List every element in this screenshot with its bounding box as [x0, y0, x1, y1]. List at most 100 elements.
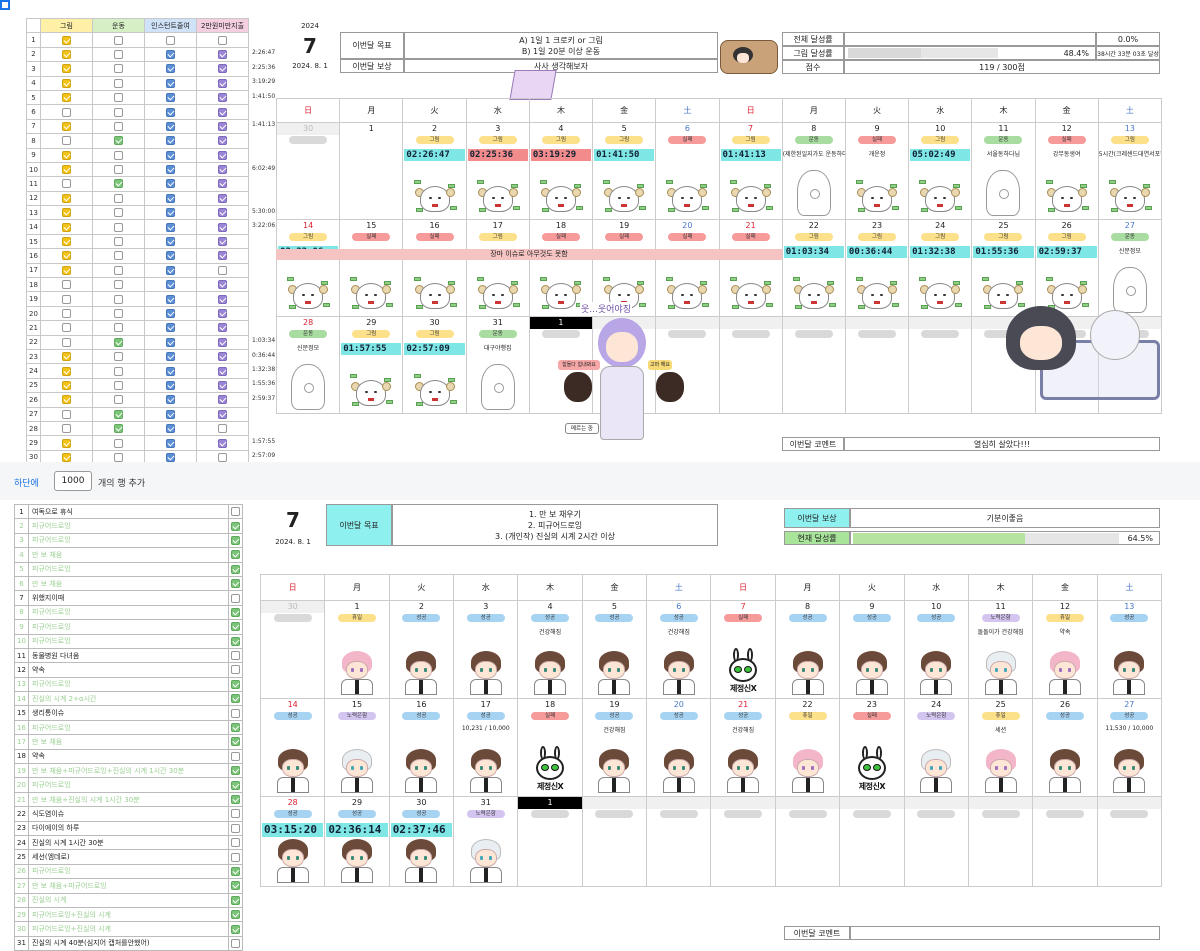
habit-checkbox[interactable] [114, 323, 123, 333]
habit-checkbox[interactable] [218, 64, 227, 74]
habit-checkbox[interactable] [218, 35, 227, 45]
bottom-comment-text[interactable] [850, 926, 1160, 940]
cell-cursor[interactable] [0, 0, 10, 10]
day-cell[interactable] [845, 317, 910, 414]
habit-checkbox[interactable] [62, 438, 71, 448]
day-cell[interactable]: 19 성공 건강해짐 [582, 699, 648, 797]
habit-checkbox[interactable] [166, 35, 175, 45]
habit-checkbox[interactable] [166, 193, 175, 203]
list-row-checkbox[interactable] [231, 866, 240, 876]
habit-checkbox[interactable] [218, 424, 227, 434]
day-cell[interactable]: 18 실패 제정신X [518, 699, 583, 797]
habit-checkbox[interactable] [62, 150, 71, 160]
habit-checkbox[interactable] [166, 323, 175, 333]
day-cell[interactable] [1097, 797, 1162, 887]
habit-checkbox[interactable] [62, 193, 71, 203]
habit-checkbox[interactable] [62, 280, 71, 290]
habit-checkbox[interactable] [166, 93, 175, 103]
list-row-checkbox[interactable] [231, 723, 240, 733]
habit-checkbox[interactable] [166, 409, 175, 419]
day-cell[interactable]: 7 실패 제정신X [711, 601, 776, 699]
habit-checkbox[interactable] [218, 265, 227, 275]
day-cell[interactable]: 10 그림 05:02:49 [909, 123, 973, 220]
day-cell[interactable]: 31 노력은함 [454, 797, 519, 887]
habit-checkbox[interactable] [166, 294, 175, 304]
day-cell[interactable]: 29 그림 01:57:55 [340, 317, 404, 414]
habit-checkbox[interactable] [166, 222, 175, 232]
habit-checkbox[interactable] [114, 366, 123, 376]
habit-checkbox[interactable] [62, 352, 71, 362]
habit-checkbox[interactable] [62, 409, 71, 419]
day-cell[interactable]: 7 그림 01:41:13 [719, 123, 783, 220]
habit-checkbox[interactable] [114, 64, 123, 74]
day-cell[interactable]: 27 성공 11,530 / 10,000 [1097, 699, 1162, 797]
habit-checkbox[interactable] [114, 237, 123, 247]
day-cell[interactable]: 1 휴일 [325, 601, 390, 699]
day-cell[interactable]: 17 성공 10,231 / 10,000 [454, 699, 519, 797]
habit-checkbox[interactable] [114, 78, 123, 88]
habit-checkbox[interactable] [114, 121, 123, 131]
habit-checkbox[interactable] [114, 208, 123, 218]
list-row-checkbox[interactable] [231, 766, 240, 776]
habit-checkbox[interactable] [166, 121, 175, 131]
habit-checkbox[interactable] [114, 35, 123, 45]
habit-checkbox[interactable] [166, 380, 175, 390]
habit-checkbox[interactable] [62, 294, 71, 304]
habit-checkbox[interactable] [62, 208, 71, 218]
habit-checkbox[interactable] [218, 107, 227, 117]
habit-checkbox[interactable] [114, 49, 123, 59]
habit-checkbox[interactable] [62, 337, 71, 347]
habit-checkbox[interactable] [62, 64, 71, 74]
habit-checkbox[interactable] [166, 265, 175, 275]
habit-checkbox[interactable] [114, 136, 123, 146]
day-cell[interactable]: 6 성공 건강해짐 [647, 601, 712, 699]
list-row-checkbox[interactable] [231, 593, 240, 603]
habit-checkbox[interactable] [62, 107, 71, 117]
day-cell[interactable]: 15 노력은함 [325, 699, 390, 797]
habit-checkbox[interactable] [218, 121, 227, 131]
day-cell[interactable]: 3 성공 [454, 601, 519, 699]
day-cell[interactable]: 9 성공 [840, 601, 905, 699]
habit-checkbox[interactable] [114, 380, 123, 390]
habit-checkbox[interactable] [166, 179, 175, 189]
habit-checkbox[interactable] [114, 309, 123, 318]
day-cell[interactable]: 8 운동 (제한된일지가도 운동하다 [782, 123, 846, 220]
habit-checkbox[interactable] [114, 165, 123, 175]
habit-checkbox[interactable] [166, 395, 175, 405]
day-cell[interactable] [909, 317, 973, 414]
day-cell[interactable]: 14그림03:22:06 [277, 220, 341, 317]
habit-checkbox[interactable] [62, 395, 71, 405]
habit-checkbox[interactable] [62, 424, 71, 434]
day-cell[interactable]: 4 그림 03:19:29 [529, 123, 594, 220]
list-row-checkbox[interactable] [231, 895, 240, 905]
habit-checkbox[interactable] [114, 424, 123, 434]
habit-checkbox[interactable] [166, 309, 175, 318]
habit-checkbox[interactable] [218, 237, 227, 247]
list-row-checkbox[interactable] [231, 708, 240, 718]
habit-checkbox[interactable] [62, 179, 71, 189]
day-cell[interactable]: 16 실패 [403, 220, 467, 317]
habit-checkbox[interactable] [62, 323, 71, 333]
habit-checkbox[interactable] [218, 136, 227, 146]
habit-checkbox[interactable] [114, 107, 123, 117]
habit-checkbox[interactable] [114, 222, 123, 232]
list-row-checkbox[interactable] [231, 823, 240, 833]
list-row-checkbox[interactable] [231, 780, 240, 790]
day-cell[interactable]: 23 실패 제정신X [840, 699, 905, 797]
list-row-checkbox[interactable] [231, 550, 240, 560]
habit-checkbox[interactable] [218, 380, 227, 390]
habit-checkbox[interactable] [166, 337, 175, 347]
habit-checkbox[interactable] [114, 395, 123, 405]
list-row-checkbox[interactable] [231, 838, 240, 848]
day-cell[interactable] [775, 797, 841, 887]
habit-checkbox[interactable] [62, 380, 71, 390]
habit-checkbox[interactable] [62, 222, 71, 232]
habit-checkbox[interactable] [218, 179, 227, 189]
habit-checkbox[interactable] [218, 49, 227, 59]
habit-checkbox[interactable] [218, 395, 227, 405]
list-row-checkbox[interactable] [231, 910, 240, 920]
day-cell[interactable]: 2 그림 02:26:47 [403, 123, 467, 220]
day-cell[interactable]: 6 실패 [656, 123, 720, 220]
day-cell[interactable]: 13 그림 5시간(크레센드대연서포함 [1098, 123, 1162, 220]
add-rows-link[interactable]: 하단에 [14, 476, 39, 489]
